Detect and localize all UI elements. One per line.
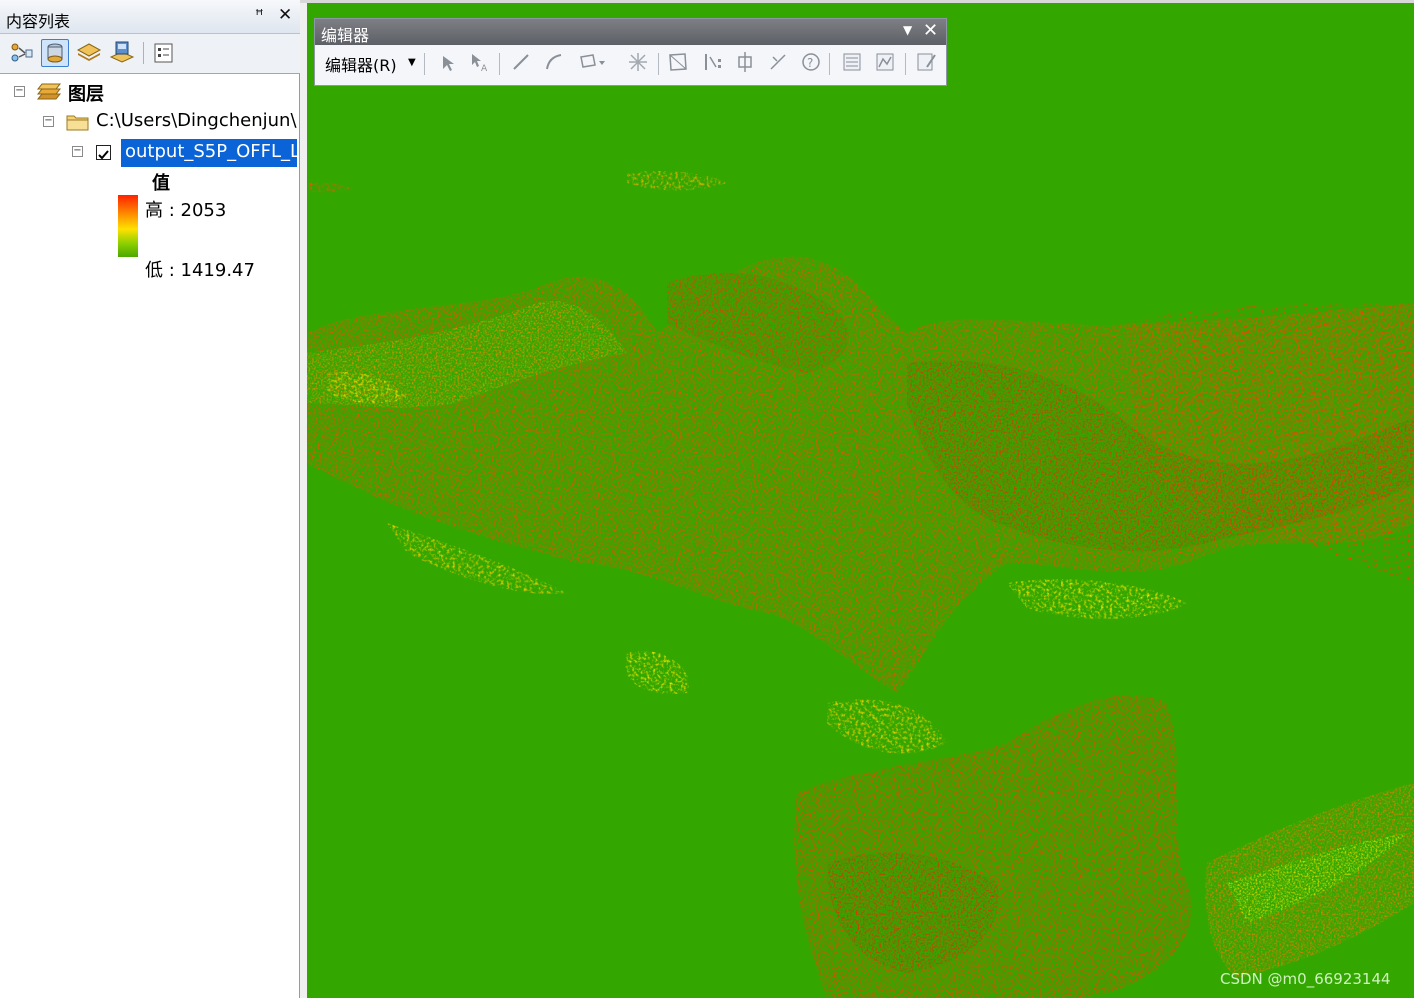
folder-icon [65, 111, 91, 133]
legend-color-ramp[interactable] [118, 195, 138, 257]
list-by-selection-icon[interactable] [108, 39, 136, 67]
list-by-drawing-order-icon[interactable] [7, 39, 35, 67]
toolbar-options-dropdown-icon[interactable]: ▼ [903, 23, 912, 37]
toolbar-separator [829, 53, 830, 75]
rotate-icon[interactable] [734, 51, 756, 73]
legend-high-label: 高 : 2053 [145, 200, 227, 221]
straight-segment-icon[interactable] [510, 51, 532, 73]
edit-annotation-icon[interactable]: A [468, 51, 490, 74]
svg-text:?: ? [807, 56, 813, 70]
toc-title: 内容列表 [6, 12, 71, 31]
collapse-layer-icon[interactable]: − [72, 146, 83, 157]
watermark-text: CSDN @m0_66923144 [1220, 970, 1391, 988]
svg-text:A: A [481, 64, 488, 73]
layer-visibility-checkbox[interactable] [96, 145, 111, 160]
edit-tool-icon[interactable] [436, 51, 458, 73]
collapse-folder-icon[interactable]: − [43, 116, 54, 127]
editor-toolbar-titlebar[interactable]: 编辑器 ▼ ✕ [315, 19, 946, 45]
layer-name[interactable]: output_S5P_OFFL_L2 [125, 141, 298, 162]
raster-layer-render [307, 171, 1414, 998]
trace-icon[interactable] [577, 51, 605, 73]
reshape-icon[interactable] [767, 51, 789, 73]
toc-tree: − 图层 − C:\Users\Dingchenjun\I − output_S… [0, 74, 298, 998]
toc-header: 内容列表 ꟸ ✕ [0, 0, 300, 34]
options-icon[interactable] [150, 39, 178, 67]
toolbar-separator [499, 53, 500, 75]
help-icon[interactable]: ? [800, 51, 822, 73]
attributes-icon[interactable] [841, 51, 863, 73]
map-display[interactable] [307, 3, 1414, 998]
legend-title: 值 [152, 173, 170, 194]
toolbar-separator [424, 53, 425, 75]
list-by-source-icon[interactable] [41, 39, 69, 67]
table-of-contents-panel: 内容列表 ꟸ ✕ − 图层 − C:\Users\Dingchenjun\I −… [0, 0, 300, 998]
folder-path-label[interactable]: C:\Users\Dingchenjun\I [96, 110, 298, 131]
endpoint-arc-icon[interactable] [543, 51, 565, 73]
close-icon[interactable]: ✕ [923, 20, 938, 41]
point-icon[interactable] [627, 51, 649, 73]
pin-icon[interactable]: ꟸ [255, 6, 264, 24]
split-tool-icon[interactable] [700, 51, 722, 73]
toolbar-separator [905, 53, 906, 75]
layers-icon [36, 80, 62, 102]
collapse-layers-icon[interactable]: − [14, 86, 25, 97]
toolbar-separator [143, 42, 144, 64]
editor-toolbar: 编辑器 ▼ ✕ 编辑器(R) ▼ A ? [314, 18, 947, 86]
legend-low-label: 低 : 1419.47 [145, 260, 255, 281]
list-by-visibility-icon[interactable] [75, 39, 103, 67]
editor-menu-button[interactable]: 编辑器(R) [325, 52, 397, 76]
toolbar-separator [658, 53, 659, 75]
sketch-properties-icon[interactable] [874, 51, 896, 73]
editor-toolbar-title: 编辑器 [321, 26, 370, 45]
layers-root-label[interactable]: 图层 [68, 80, 104, 106]
toc-toolbar [0, 34, 300, 74]
editor-menu-arrow-icon[interactable]: ▼ [408, 57, 416, 68]
cut-polygons-icon[interactable] [667, 51, 689, 73]
close-icon[interactable]: ✕ [278, 5, 292, 25]
create-features-icon[interactable] [915, 51, 937, 73]
